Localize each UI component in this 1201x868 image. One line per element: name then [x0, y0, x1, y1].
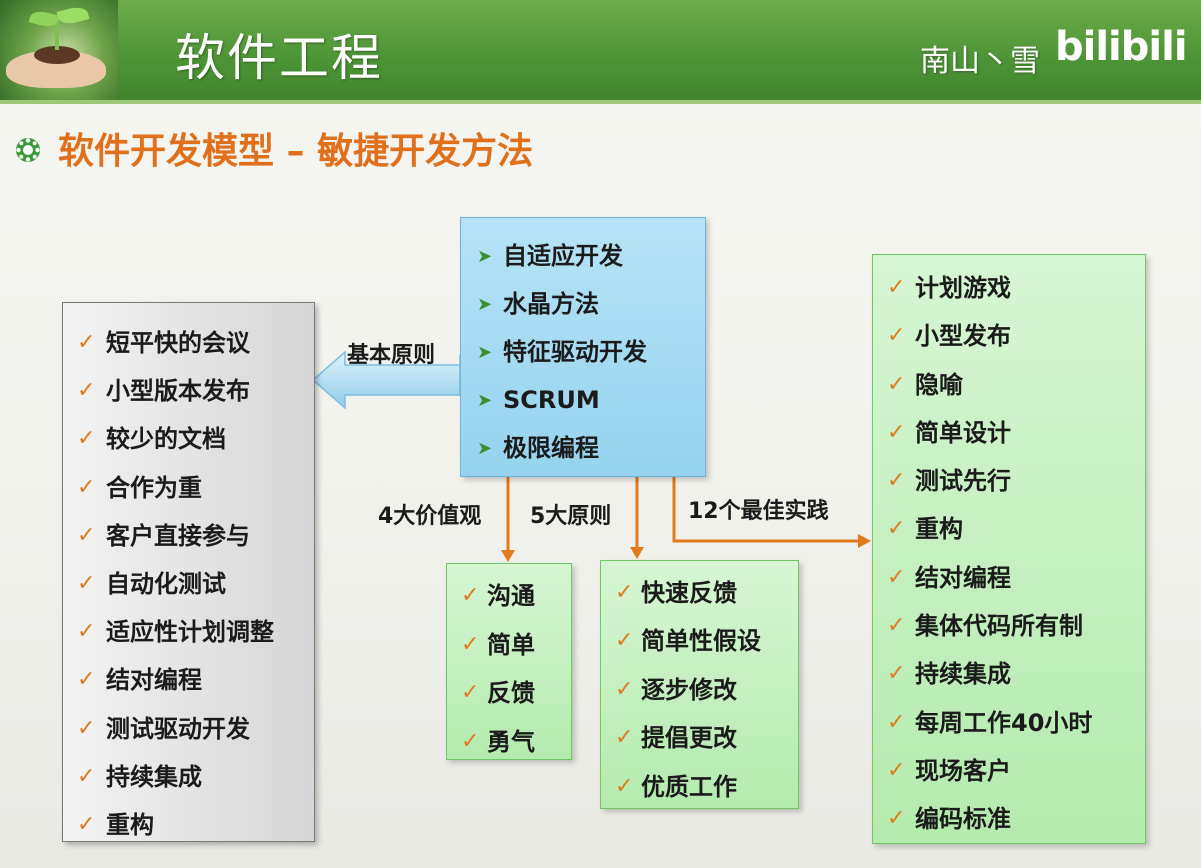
list-item: 结对编程: [63, 656, 314, 704]
list-item: 较少的文档: [63, 415, 314, 463]
list-item: 自动化测试: [63, 560, 314, 608]
list-item: 合作为重: [63, 464, 314, 512]
list-item: 简单: [447, 621, 571, 670]
list-item: 简单设计: [873, 409, 1145, 457]
list-item: 小型发布: [873, 312, 1145, 360]
values-box: 沟通 简单 反馈 勇气: [446, 563, 572, 765]
list-item: 短平快的会议: [63, 319, 314, 367]
list-item: 客户直接参与: [63, 512, 314, 560]
list-item: 结对编程: [873, 554, 1145, 602]
list-item: 测试先行: [873, 457, 1145, 505]
list-item: 测试驱动开发: [63, 705, 314, 753]
list-item: 持续集成: [63, 753, 314, 801]
method-item: 极限编程: [461, 424, 705, 473]
method-item: 水晶方法: [461, 280, 705, 329]
practices-box: 计划游戏 小型发布 隐喻 简单设计 测试先行 重构 结对编程 集体代码所有制 持…: [872, 254, 1146, 844]
list-item: 每周工作40小时: [873, 699, 1145, 747]
method-item: 特征驱动开发: [461, 328, 705, 377]
basic-principles-label: 基本原则: [347, 343, 436, 368]
list-item: 沟通: [447, 572, 571, 621]
basic-principles-box: 短平快的会议 小型版本发布 较少的文档 合作为重 客户直接参与 自动化测试 适应…: [62, 302, 315, 849]
list-item: 快速反馈: [601, 569, 798, 617]
list-item: 重构: [873, 505, 1145, 553]
list-item: 勇气: [447, 718, 571, 767]
list-item: 编码标准: [873, 795, 1145, 843]
list-item: 重构: [63, 801, 314, 849]
list-item: 隐喻: [873, 361, 1145, 409]
list-item: 现场客户: [873, 747, 1145, 795]
list-item: 简单性假设: [601, 617, 798, 665]
agile-methods-box: 自适应开发 水晶方法 特征驱动开发 SCRUM 极限编程: [460, 217, 706, 477]
list-item: 集体代码所有制: [873, 602, 1145, 650]
list-item: 适应性计划调整: [63, 608, 314, 656]
values-connector: [478, 463, 510, 553]
list-item: 反馈: [447, 669, 571, 718]
method-item: SCRUM: [461, 376, 705, 425]
method-item: 自适应开发: [461, 232, 705, 281]
list-item: 提倡更改: [601, 714, 798, 762]
principles-box: 快速反馈 简单性假设 逐步修改 提倡更改 优质工作: [600, 560, 799, 811]
list-item: 计划游戏: [873, 264, 1145, 312]
list-item: 小型版本发布: [63, 367, 314, 415]
principles-label: 5大原则: [530, 504, 612, 529]
list-item: 优质工作: [601, 763, 798, 811]
list-item: 逐步修改: [601, 666, 798, 714]
values-label: 4大价值观: [378, 504, 482, 529]
practices-label: 12个最佳实践: [688, 499, 829, 524]
list-item: 持续集成: [873, 650, 1145, 698]
